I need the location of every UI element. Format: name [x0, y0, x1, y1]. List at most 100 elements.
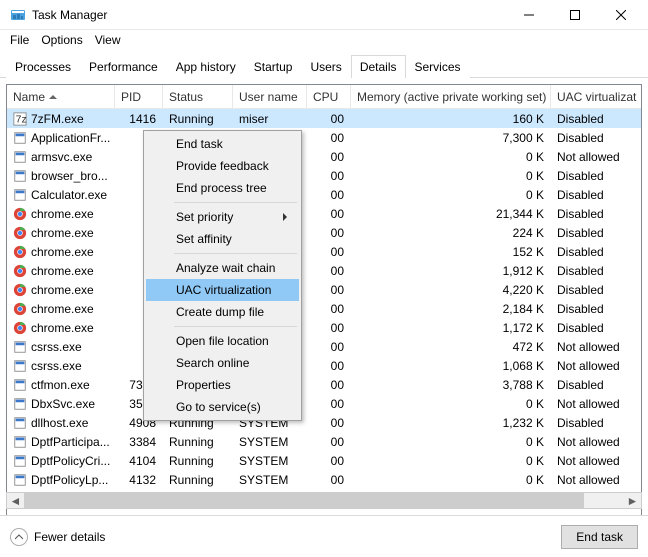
cell-cpu: 00: [307, 206, 351, 222]
process-icon: [13, 283, 27, 297]
process-name: DptfParticipa...: [31, 435, 110, 449]
cell-memory: 0 K: [351, 149, 551, 165]
menu-item-open-file-location[interactable]: Open file location: [146, 330, 299, 352]
end-task-button[interactable]: End task: [561, 525, 638, 549]
col-status[interactable]: Status: [163, 85, 233, 108]
menu-view[interactable]: View: [89, 31, 127, 49]
col-user[interactable]: User name: [233, 85, 307, 108]
col-pid[interactable]: PID: [115, 85, 163, 108]
tab-services[interactable]: Services: [406, 55, 470, 78]
menu-item-search-online[interactable]: Search online: [146, 352, 299, 374]
menu-bar: File Options View: [0, 30, 648, 50]
cell-status: Running: [163, 111, 233, 127]
cell-uac: Disabled: [551, 168, 637, 184]
table-row[interactable]: DptfPolicyCri...4104RunningSYSTEM000 KNo…: [7, 451, 641, 470]
maximize-button[interactable]: [552, 0, 598, 30]
cell-memory: 0 K: [351, 434, 551, 450]
minimize-button[interactable]: [506, 0, 552, 30]
cell-cpu: 00: [307, 301, 351, 317]
chevron-up-icon: [10, 528, 28, 546]
cell-memory: 4,220 K: [351, 282, 551, 298]
process-icon: [13, 435, 27, 449]
table-row[interactable]: dllhost.exe4908RunningSYSTEM001,232 KDis…: [7, 413, 641, 432]
table-row[interactable]: chrome.exe001,912 KDisabled: [7, 261, 641, 280]
cell-cpu: 00: [307, 472, 351, 488]
process-icon: [13, 378, 27, 392]
cell-cpu: 00: [307, 130, 351, 146]
cell-memory: 3,788 K: [351, 377, 551, 393]
process-icon: [13, 169, 27, 183]
footer-bar: Fewer details End task: [0, 515, 648, 557]
menu-item-go-to-service-s-[interactable]: Go to service(s): [146, 396, 299, 418]
table-row[interactable]: chrome.exe002,184 KDisabled: [7, 299, 641, 318]
menu-options[interactable]: Options: [35, 31, 88, 49]
table-row[interactable]: 7z7zFM.exe1416Runningmiser00160 KDisable…: [7, 109, 641, 128]
process-icon: [13, 302, 27, 316]
cell-cpu: 00: [307, 434, 351, 450]
cell-uac: Disabled: [551, 301, 637, 317]
table-row[interactable]: DptfParticipa...3384RunningSYSTEM000 KNo…: [7, 432, 641, 451]
menu-item-provide-feedback[interactable]: Provide feedback: [146, 155, 299, 177]
cell-pid: 4132: [115, 472, 163, 488]
col-memory[interactable]: Memory (active private working set): [351, 85, 551, 108]
process-name: ApplicationFr...: [31, 131, 110, 145]
tab-users[interactable]: Users: [301, 55, 350, 78]
table-row[interactable]: csrss.exeM00472 KNot allowed: [7, 337, 641, 356]
table-row[interactable]: chrome.exe00224 KDisabled: [7, 223, 641, 242]
menu-item-analyze-wait-chain[interactable]: Analyze wait chain: [146, 257, 299, 279]
menu-item-uac-virtualization[interactable]: UAC virtualization: [146, 279, 299, 301]
cell-uac: Disabled: [551, 225, 637, 241]
process-grid: Name PID Status User name CPU Memory (ac…: [6, 84, 642, 516]
horizontal-scrollbar[interactable]: ◄ ►: [6, 492, 642, 509]
grid-body[interactable]: 7z7zFM.exe1416Runningmiser00160 KDisable…: [7, 109, 641, 489]
col-cpu[interactable]: CPU: [307, 85, 351, 108]
scroll-thumb[interactable]: [24, 493, 584, 508]
table-row[interactable]: csrss.exe001,068 KNot allowed: [7, 356, 641, 375]
cell-cpu: 00: [307, 320, 351, 336]
menu-item-end-task[interactable]: End task: [146, 133, 299, 155]
menu-separator: [174, 326, 297, 327]
tab-startup[interactable]: Startup: [245, 55, 302, 78]
cell-uac: Not allowed: [551, 358, 637, 374]
process-name: chrome.exe: [31, 207, 94, 221]
process-icon: [13, 416, 27, 430]
cell-cpu: 00: [307, 453, 351, 469]
cell-uac: Not allowed: [551, 453, 637, 469]
menu-item-set-priority[interactable]: Set priority: [146, 206, 299, 228]
table-row[interactable]: DptfPolicyLp...4132RunningSYSTEM000 KNot…: [7, 470, 641, 489]
table-row[interactable]: DbxSvc.exe3556RunningSYSTEM000 KNot allo…: [7, 394, 641, 413]
table-row[interactable]: chrome.exe004,220 KDisabled: [7, 280, 641, 299]
menu-item-end-process-tree[interactable]: End process tree: [146, 177, 299, 199]
cell-user: miser: [233, 111, 307, 127]
tab-app-history[interactable]: App history: [167, 55, 245, 78]
cell-uac: Disabled: [551, 187, 637, 203]
tab-processes[interactable]: Processes: [6, 55, 80, 78]
table-row[interactable]: ApplicationFr...007,300 KDisabled: [7, 128, 641, 147]
table-row[interactable]: chrome.exe001,172 KDisabled: [7, 318, 641, 337]
menu-item-create-dump-file[interactable]: Create dump file: [146, 301, 299, 323]
process-icon: [13, 264, 27, 278]
close-button[interactable]: [598, 0, 644, 30]
fewer-details-toggle[interactable]: Fewer details: [10, 528, 105, 546]
tab-details[interactable]: Details: [351, 55, 406, 78]
table-row[interactable]: chrome.exe0021,344 KDisabled: [7, 204, 641, 223]
process-icon: [13, 207, 27, 221]
table-row[interactable]: Calculator.exe000 KDisabled: [7, 185, 641, 204]
table-row[interactable]: chrome.exe00152 KDisabled: [7, 242, 641, 261]
menu-separator: [174, 253, 297, 254]
col-name[interactable]: Name: [7, 85, 115, 108]
col-uac[interactable]: UAC virtualizat: [551, 85, 637, 108]
cell-uac: Disabled: [551, 130, 637, 146]
scroll-left-icon[interactable]: ◄: [7, 493, 24, 508]
process-icon: [13, 131, 27, 145]
table-row[interactable]: ctfmon.exe7308Runningmiser003,788 KDisab…: [7, 375, 641, 394]
menu-item-set-affinity[interactable]: Set affinity: [146, 228, 299, 250]
table-row[interactable]: browser_bro...000 KDisabled: [7, 166, 641, 185]
menu-file[interactable]: File: [4, 31, 35, 49]
tab-performance[interactable]: Performance: [80, 55, 167, 78]
cell-cpu: 00: [307, 168, 351, 184]
process-name: DptfPolicyCri...: [31, 454, 110, 468]
table-row[interactable]: armsvc.exeM000 KNot allowed: [7, 147, 641, 166]
scroll-right-icon[interactable]: ►: [624, 493, 641, 508]
menu-item-properties[interactable]: Properties: [146, 374, 299, 396]
